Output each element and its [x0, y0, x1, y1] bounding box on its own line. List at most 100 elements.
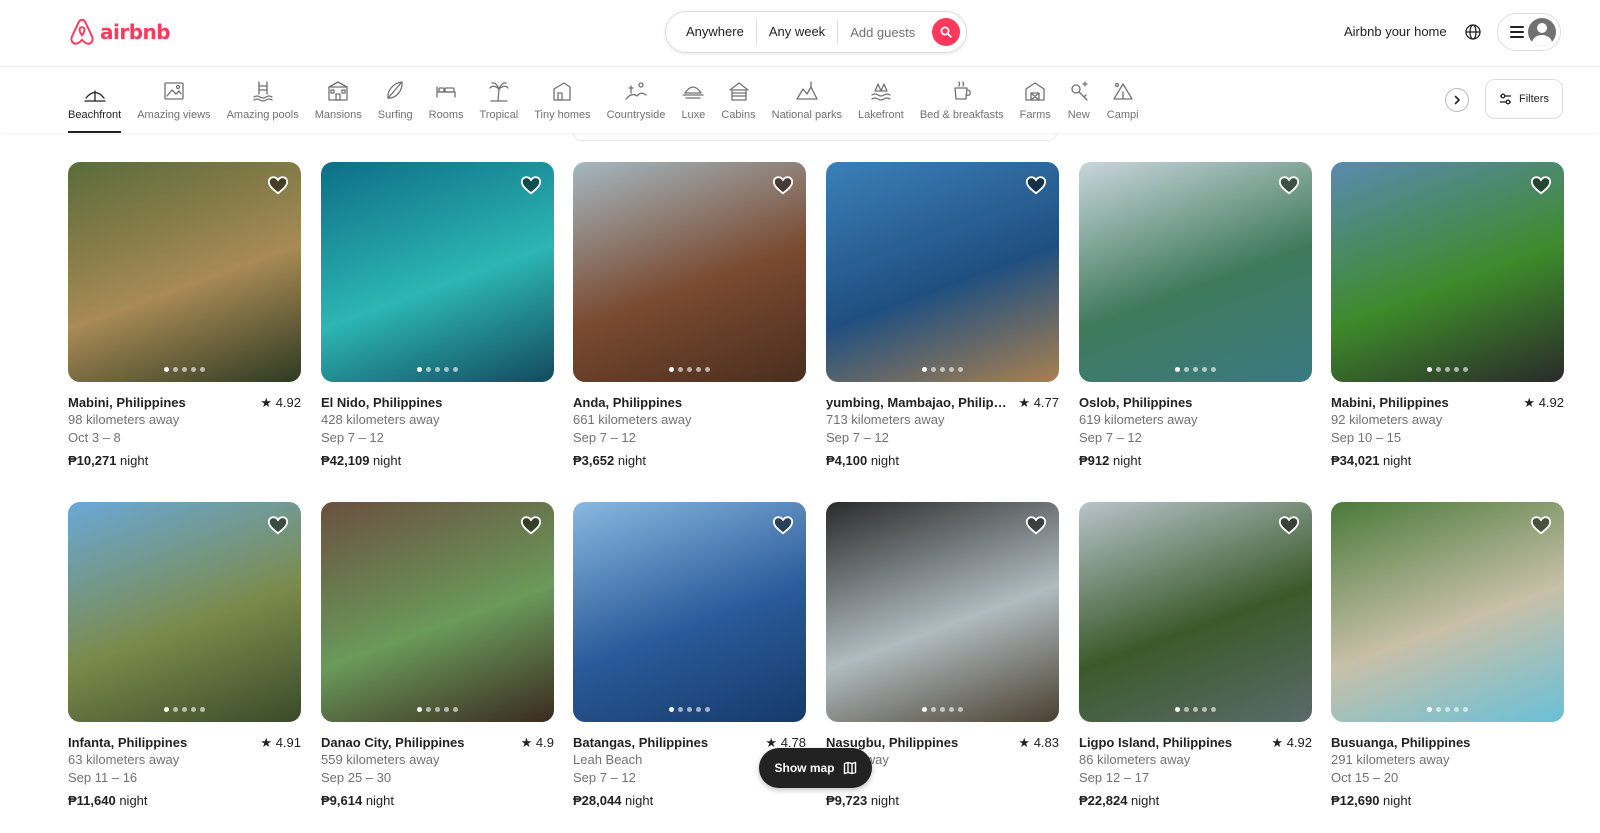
heart-icon[interactable]: [1530, 514, 1552, 536]
listing-photo[interactable]: [1331, 502, 1564, 722]
listing-photo[interactable]: [68, 502, 301, 722]
tab-rooms[interactable]: Rooms: [421, 67, 472, 133]
listing-photo[interactable]: [826, 162, 1059, 382]
sparkle-key-icon: [1071, 81, 1088, 101]
heart-icon[interactable]: [772, 514, 794, 536]
listing-meta: Infanta, Philippines ★ 4.91 63 kilometers …: [68, 734, 301, 809]
tab-bed-breakfasts[interactable]: Bed & breakfasts: [912, 67, 1012, 133]
listing-distance: 619 kilometers away: [1079, 412, 1198, 427]
luxe-icon: [682, 86, 705, 99]
price-unit: night: [614, 453, 647, 468]
listing-price: ₱42,109 night: [321, 452, 554, 469]
heart-icon[interactable]: [1025, 174, 1047, 196]
photo-pager-dots: [321, 367, 554, 372]
heart-icon[interactable]: [267, 514, 289, 536]
price-unit: night: [1109, 453, 1142, 468]
tab-surfing[interactable]: Surfing: [370, 67, 421, 133]
heart-icon[interactable]: [267, 174, 289, 196]
price-amount: ₱34,021: [1331, 453, 1380, 468]
rating-value: 4.91: [275, 735, 301, 750]
star-icon: ★: [1018, 735, 1034, 750]
listing-photo[interactable]: [321, 502, 554, 722]
category-list: Beachfront Amazing views Amazing pools Mans…: [60, 67, 1450, 133]
listing-card[interactable]: Mabini, Philippines ★ 4.92 92 kilometers a…: [1331, 162, 1564, 469]
star-icon: ★: [1523, 395, 1539, 410]
airbnb-logo[interactable]: airbnb: [68, 17, 171, 47]
listing-card[interactable]: Busuanga, Philippines 291 kilometers away…: [1331, 502, 1564, 809]
listing-card[interactable]: Oslob, Philippines 619 kilometers away Sep…: [1079, 162, 1312, 469]
search-bar[interactable]: Anywhere Any week Add guests: [665, 11, 967, 53]
price-amount: ₱12,690: [1331, 793, 1380, 808]
price-amount: ₱28,044: [573, 793, 622, 808]
price-unit: night: [1379, 453, 1412, 468]
tab-beachfront[interactable]: Beachfront: [60, 67, 129, 133]
tab-farms[interactable]: Farms: [1012, 67, 1059, 133]
countryside-icon: [625, 82, 647, 100]
lakefront-icon: [871, 83, 891, 101]
tab-national-parks[interactable]: National parks: [764, 67, 850, 133]
tab-campi[interactable]: Campi: [1099, 67, 1147, 133]
search-guests[interactable]: Add guests: [838, 25, 927, 40]
user-menu-button[interactable]: [1497, 13, 1561, 51]
tab-luxe[interactable]: Luxe: [673, 67, 713, 133]
category-next-button[interactable]: [1445, 88, 1469, 112]
listing-photo[interactable]: [1079, 502, 1312, 722]
listing-photo[interactable]: [573, 162, 806, 382]
listing-photo[interactable]: [68, 162, 301, 382]
filters-label: Filters: [1519, 93, 1549, 105]
listing-photo[interactable]: [573, 502, 806, 722]
listing-card[interactable]: Ligpo Island, Philippines ★ 4.92 86 kilome…: [1079, 502, 1312, 809]
category-label: Surfing: [377, 109, 413, 121]
heart-icon[interactable]: [772, 174, 794, 196]
listing-location: Busuanga, Philippines: [1331, 735, 1471, 750]
photo-pager-dots: [321, 707, 554, 712]
heart-icon[interactable]: [520, 174, 542, 196]
category-label: Tiny homes: [534, 109, 591, 121]
palm-tree-icon: [489, 82, 509, 102]
listing-card[interactable]: yumbing, Mambajao, Philippi... ★ 4.77 713 …: [826, 162, 1059, 469]
heart-icon[interactable]: [1530, 174, 1552, 196]
tab-amazing-pools[interactable]: Amazing pools: [219, 67, 307, 133]
star-icon: ★: [260, 735, 276, 750]
heart-icon[interactable]: [520, 514, 542, 536]
listing-card[interactable]: Danao City, Philippines ★ 4.9 559 kilomete…: [321, 502, 554, 809]
listing-meta: Mabini, Philippines ★ 4.92 98 kilometers a…: [68, 394, 301, 469]
listing-distance: 63 kilometers away: [68, 752, 180, 767]
listing-card[interactable]: Mabini, Philippines ★ 4.92 98 kilometers a…: [68, 162, 301, 469]
filters-button[interactable]: Filters: [1485, 79, 1563, 119]
show-map-button[interactable]: Show map: [759, 748, 872, 788]
search-where[interactable]: Anywhere: [674, 20, 756, 44]
listing-photo[interactable]: [826, 502, 1059, 722]
heart-icon[interactable]: [1278, 514, 1300, 536]
rating-value: 4.92: [1538, 395, 1564, 410]
tab-lakefront[interactable]: Lakefront: [850, 67, 912, 133]
tab-countryside[interactable]: Countryside: [599, 67, 674, 133]
listing-dates: Sep 25 – 30: [321, 770, 392, 785]
price-amount: ₱22,824: [1079, 793, 1128, 808]
listing-price: ₱3,652 night: [573, 452, 806, 469]
listing-card[interactable]: Infanta, Philippines ★ 4.91 63 kilometers …: [68, 502, 301, 809]
search-when[interactable]: Any week: [757, 20, 837, 44]
listing-photo[interactable]: [1079, 162, 1312, 382]
tab-tiny-homes[interactable]: Tiny homes: [526, 67, 598, 133]
heart-icon[interactable]: [1278, 174, 1300, 196]
category-fade: [1390, 67, 1450, 133]
tab-amazing-views[interactable]: Amazing views: [129, 67, 218, 133]
price-unit: night: [362, 793, 395, 808]
search-button[interactable]: [932, 18, 960, 46]
tab-cabins[interactable]: Cabins: [713, 67, 763, 133]
globe-icon[interactable]: [1464, 23, 1482, 41]
heart-icon[interactable]: [1025, 514, 1047, 536]
photo-pager-dots: [68, 367, 301, 372]
listing-card[interactable]: El Nido, Philippines 428 kilometers away S…: [321, 162, 554, 469]
host-link[interactable]: Airbnb your home: [1344, 24, 1447, 39]
cabin-icon: [728, 82, 749, 101]
listing-dates: Sep 7 – 12: [826, 430, 889, 445]
price-unit: night: [116, 453, 149, 468]
tab-new[interactable]: New: [1059, 67, 1099, 133]
tab-mansions[interactable]: Mansions: [307, 67, 370, 133]
listing-card[interactable]: Anda, Philippines 661 kilometers away Sep …: [573, 162, 806, 469]
tab-tropical[interactable]: Tropical: [472, 67, 527, 133]
listing-photo[interactable]: [1331, 162, 1564, 382]
listing-photo[interactable]: [321, 162, 554, 382]
